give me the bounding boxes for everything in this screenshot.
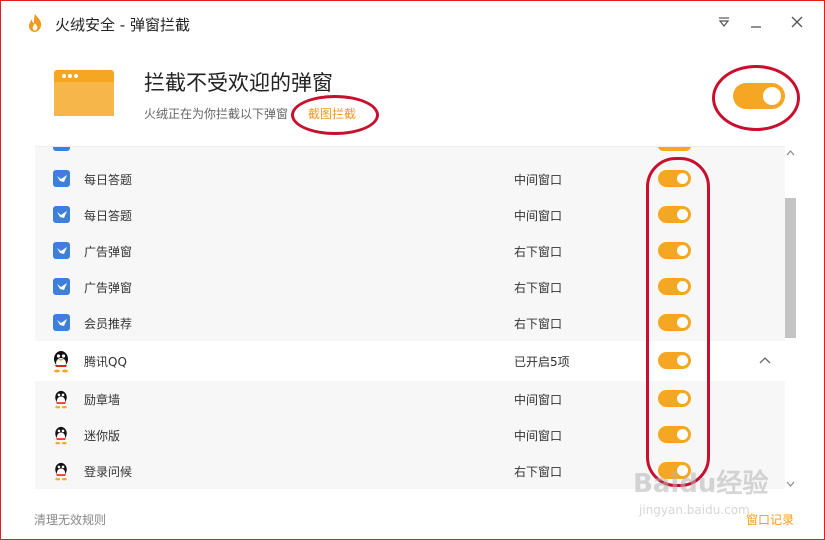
rule-position: 右下窗口 (514, 465, 563, 479)
qq-penguin-icon (55, 426, 67, 445)
menu-triangle-icon (718, 17, 730, 27)
list-item: 励章墙 中间窗口 (35, 381, 785, 417)
header-section: 拦截不受欢迎的弹窗 火绒正在为你拦截以下弹窗 截图拦截 (1, 45, 824, 145)
toggle-knob (677, 317, 688, 328)
rule-toggle[interactable] (658, 352, 691, 369)
list-item-partial (35, 147, 785, 161)
qq-penguin-icon (55, 390, 67, 409)
qq-penguin-icon (55, 462, 67, 481)
rule-toggle[interactable] (658, 242, 691, 259)
list-item: 广告弹窗 右下窗口 (35, 269, 785, 305)
rule-position: 中间窗口 (514, 209, 563, 223)
master-toggle[interactable] (733, 83, 785, 109)
toggle-knob (677, 209, 688, 220)
scroll-thumb[interactable] (785, 198, 796, 338)
bird-app-icon (53, 206, 70, 223)
bird-app-icon (53, 242, 70, 259)
list-item: 每日答题 中间窗口 (35, 197, 785, 233)
popup-rule-list: 每日答题 中间窗口 每日答题 中间窗口 广告弹窗 右下窗口 广告弹窗 右下窗口 (35, 146, 785, 497)
huorong-flame-icon (29, 14, 42, 32)
toggle-knob (677, 245, 688, 256)
rule-status: 已开启5项 (514, 355, 570, 369)
rule-name: 会员推荐 (84, 317, 133, 331)
minimize-button[interactable] (745, 11, 767, 33)
bird-app-icon (53, 170, 70, 187)
scroll-down-icon[interactable] (785, 479, 796, 490)
rule-name: 腾讯QQ (84, 355, 127, 369)
menu-dropdown-button[interactable] (713, 11, 735, 33)
rule-position: 中间窗口 (514, 429, 563, 443)
rule-toggle[interactable] (658, 390, 691, 407)
rule-name: 迷你版 (84, 429, 121, 443)
toggle-knob (677, 355, 688, 366)
toggle-partial[interactable] (658, 147, 691, 151)
window-title: 火绒安全 - 弹窗拦截 (55, 16, 190, 34)
toggle-knob (677, 393, 688, 404)
bird-app-icon (53, 147, 70, 151)
chevron-up-icon[interactable] (759, 353, 771, 367)
clean-invalid-rules-link[interactable]: 清理无效规则 (34, 511, 106, 528)
toggle-knob (677, 465, 688, 476)
footer: 清理无效规则 窗口记录 (1, 496, 824, 539)
rule-name: 登录问候 (84, 465, 133, 479)
popup-window-icon (54, 70, 114, 116)
list-item: 广告弹窗 右下窗口 (35, 233, 785, 269)
list-item: 登录问候 右下窗口 (35, 453, 785, 489)
toggle-knob (763, 87, 781, 105)
qq-penguin-icon (54, 351, 68, 373)
rule-position: 中间窗口 (514, 173, 563, 187)
rule-toggle[interactable] (658, 426, 691, 443)
rule-position: 右下窗口 (514, 245, 563, 259)
list-item: 每日答题 中间窗口 (35, 161, 785, 197)
rule-name: 每日答题 (84, 173, 133, 187)
rule-toggle[interactable] (658, 278, 691, 295)
rule-name: 广告弹窗 (84, 281, 133, 295)
minimize-icon (751, 26, 761, 28)
app-window: 火绒安全 - 弹窗拦截 拦截不受欢迎的弹窗 火绒正在为你拦截以下弹窗 截图拦截 (0, 0, 825, 540)
bird-app-icon (53, 278, 70, 295)
rule-name: 每日答题 (84, 209, 133, 223)
title-bar: 火绒安全 - 弹窗拦截 (1, 1, 824, 45)
rule-toggle[interactable] (658, 462, 691, 479)
page-heading: 拦截不受欢迎的弹窗 (144, 71, 333, 95)
rule-toggle[interactable] (658, 170, 691, 187)
scroll-up-icon[interactable] (785, 148, 796, 159)
list-scrollbar[interactable] (785, 146, 796, 496)
list-item-group-qq[interactable]: 腾讯QQ 已开启5项 (35, 343, 785, 379)
rule-toggle[interactable] (658, 206, 691, 223)
screenshot-block-link[interactable]: 截图拦截 (308, 105, 356, 122)
window-log-link[interactable]: 窗口记录 (746, 511, 794, 528)
close-icon (791, 16, 803, 28)
list-item: 会员推荐 右下窗口 (35, 305, 785, 341)
bird-app-icon (53, 314, 70, 331)
list-item: 迷你版 中间窗口 (35, 417, 785, 453)
rule-position: 右下窗口 (514, 281, 563, 295)
rule-position: 右下窗口 (514, 317, 563, 331)
rule-name: 广告弹窗 (84, 245, 133, 259)
toggle-knob (677, 173, 688, 184)
toggle-knob (677, 281, 688, 292)
rule-name: 励章墙 (84, 393, 121, 407)
rule-toggle[interactable] (658, 314, 691, 331)
header-subtext: 火绒正在为你拦截以下弹窗 (144, 107, 289, 121)
toggle-knob (677, 429, 688, 440)
close-button[interactable] (786, 11, 808, 33)
rule-position: 中间窗口 (514, 393, 563, 407)
